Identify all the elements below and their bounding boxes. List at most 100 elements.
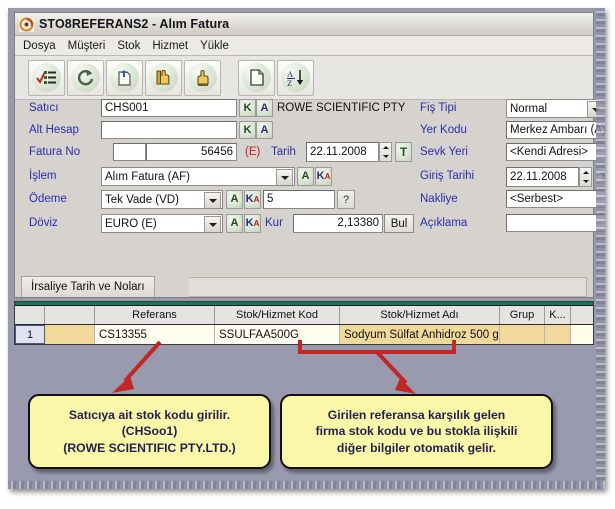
callout-right: Girilen referansa karşılık gelen firma s… (280, 394, 553, 469)
fatura-no-marker: (E) (245, 146, 261, 158)
satici-a-button[interactable]: A (256, 99, 273, 117)
satici-code-input[interactable]: CHS001 (101, 99, 237, 117)
grid-cell-blank[interactable] (45, 325, 95, 344)
window-title: STO8REFERANS2 - Alım Fatura (39, 17, 230, 31)
islem-select[interactable]: Alım Fatura (AF) (101, 167, 295, 186)
grid-cell-stok-adi[interactable]: Sodyum Sülfat Anhidroz 500 gram (340, 325, 500, 344)
giris-tarihi-label: Giriş Tarihi (420, 170, 475, 182)
alt-hesap-label: Alt Hesap (29, 124, 79, 136)
sort-az-button[interactable]: A Z (277, 59, 314, 96)
fis-tipi-select[interactable]: Normal (506, 99, 605, 118)
hand-press-icon (188, 63, 217, 92)
arrow-stok-bracket (298, 340, 456, 394)
alt-hesap-input[interactable] (101, 121, 237, 139)
islem-label: İşlem (29, 170, 57, 182)
chevron-down-icon[interactable] (276, 169, 293, 185)
doviz-value: EURO (E) (105, 218, 157, 230)
grid-header-row: Referans Stok/Hizmet Kod Stok/Hizmet Adı… (15, 306, 593, 325)
grid-cell-grup[interactable] (500, 325, 545, 344)
fatura-no-input[interactable]: 56456 (146, 143, 237, 161)
hand-scroll-button[interactable] (145, 59, 182, 96)
odeme-value: Tek Vade (VD) (105, 194, 179, 206)
grid-col-grup[interactable]: Grup (500, 306, 545, 324)
grid-col-stok-adi[interactable]: Stok/Hizmet Adı (340, 306, 500, 324)
odeme-select[interactable]: Tek Vade (VD) (101, 190, 223, 209)
callout-right-line-2: firma stok kodu ve bu stokla ilişkili (315, 424, 518, 439)
torn-edge-right (596, 8, 605, 489)
yer-kodu-label: Yer Kodu (420, 124, 467, 136)
new-document-button[interactable] (106, 59, 143, 96)
satici-label: Satıcı (29, 102, 59, 114)
doviz-select[interactable]: EURO (E) (101, 214, 223, 233)
alt-hesap-k-button[interactable]: K (239, 121, 256, 139)
menu-bar: Dosya Müşteri Stok Hizmet Yükle (15, 36, 593, 56)
islem-a-button[interactable]: A (297, 167, 314, 186)
doviz-ka-button[interactable]: KA (244, 214, 261, 233)
tab-strip-filler (189, 277, 587, 297)
hand-press-button[interactable] (184, 59, 221, 96)
tarih-label: Tarih (271, 146, 296, 158)
chevron-down-icon[interactable] (204, 216, 221, 232)
callout-left-line-2: (CHSoo1) (121, 424, 178, 439)
blank-page-button[interactable] (238, 59, 275, 96)
grid-cell-referans[interactable]: CS13355 (95, 325, 215, 344)
grid-col-blank[interactable] (45, 306, 95, 324)
tab-irsaliye[interactable]: İrsaliye Tarih ve Noları (21, 276, 155, 297)
refresh-button[interactable] (67, 59, 104, 96)
odeme-ka-button[interactable]: KA (244, 190, 261, 209)
chevron-down-icon[interactable] (204, 192, 221, 208)
yer-kodu-input[interactable]: Merkez Ambarı (A) (506, 121, 605, 139)
menu-item-hizmet[interactable]: Hizmet (152, 40, 188, 52)
page-icon (242, 63, 271, 92)
app-logo-icon (19, 16, 34, 32)
menu-item-stok[interactable]: Stok (117, 40, 140, 52)
title-bar: STO8REFERANS2 - Alım Fatura (15, 13, 593, 36)
grid-cell-k[interactable] (545, 325, 571, 344)
callout-left-line-3: (ROWE SCIENTIFIC PTY.LTD.) (63, 440, 236, 455)
grid-cell-rownum: 1 (15, 325, 45, 344)
grid-col-stok-kod[interactable]: Stok/Hizmet Kod (215, 306, 340, 324)
odeme-days-input[interactable]: 5 (263, 190, 335, 209)
fatura-no-prefix-input[interactable] (113, 143, 146, 161)
kur-input[interactable]: 2,13380 (293, 214, 383, 233)
islem-value: Alım Fatura (AF) (105, 171, 190, 183)
tarih-spinner[interactable] (379, 142, 392, 162)
giris-tarihi-input[interactable]: 22.11.2008 (506, 167, 579, 187)
nakliye-input[interactable]: <Serbest> (506, 190, 605, 208)
tab-strip: İrsaliye Tarih ve Noları (21, 276, 587, 298)
table-row[interactable]: 1 CS13355 SSULFAA500G Sodyum Sülfat Anhi… (15, 325, 593, 344)
satici-name-text: ROWE SCIENTIFIC PTY. LTD (277, 102, 405, 114)
checklist-button[interactable] (28, 59, 65, 96)
tarih-input[interactable]: 22.11.2008 (306, 142, 379, 162)
invoice-form: Satıcı CHS001 K A ROWE SCIENTIFIC PTY. L… (15, 97, 605, 272)
line-items-grid: Referans Stok/Hizmet Kod Stok/Hizmet Adı… (14, 301, 594, 345)
sevk-yeri-label: Sevk Yeri (420, 146, 468, 158)
giris-tarihi-spinner[interactable] (579, 167, 592, 187)
grid-col-k[interactable]: K... (545, 306, 571, 324)
sevk-yeri-input[interactable]: <Kendi Adresi> (506, 143, 605, 161)
islem-ka-button[interactable]: KA (315, 167, 332, 186)
callout-left: Satıcıya ait stok kodu girilir. (CHSoo1)… (28, 394, 271, 469)
screenshot-canvas: STO8REFERANS2 - Alım Fatura Dosya Müşter… (8, 8, 605, 489)
satici-k-button[interactable]: K (239, 99, 256, 117)
tarih-today-button[interactable]: T (395, 142, 412, 162)
menu-item-yukle[interactable]: Yükle (200, 40, 229, 52)
grid-col-rownum[interactable] (15, 306, 45, 324)
odeme-a-button[interactable]: A (226, 190, 243, 209)
toolbar: A Z (15, 56, 593, 100)
odeme-help-button[interactable]: ? (337, 190, 355, 209)
menu-item-dosya[interactable]: Dosya (23, 40, 56, 52)
doviz-a-button[interactable]: A (226, 214, 243, 233)
arrow-referans (112, 340, 162, 393)
kur-find-button[interactable]: Bul (384, 214, 414, 233)
callout-left-line-1: Satıcıya ait stok kodu girilir. (68, 407, 231, 422)
sort-az-icon: A Z (281, 63, 310, 92)
menu-item-musteri[interactable]: Müşteri (68, 40, 106, 52)
grid-col-referans[interactable]: Referans (95, 306, 215, 324)
svg-text:Z: Z (287, 78, 292, 87)
fatura-no-label: Fatura No (29, 146, 81, 158)
torn-edge-bottom (8, 481, 605, 489)
grid-cell-stok-kod[interactable]: SSULFAA500G (215, 325, 340, 344)
aciklama-input[interactable] (506, 214, 605, 232)
alt-hesap-a-button[interactable]: A (256, 121, 273, 139)
